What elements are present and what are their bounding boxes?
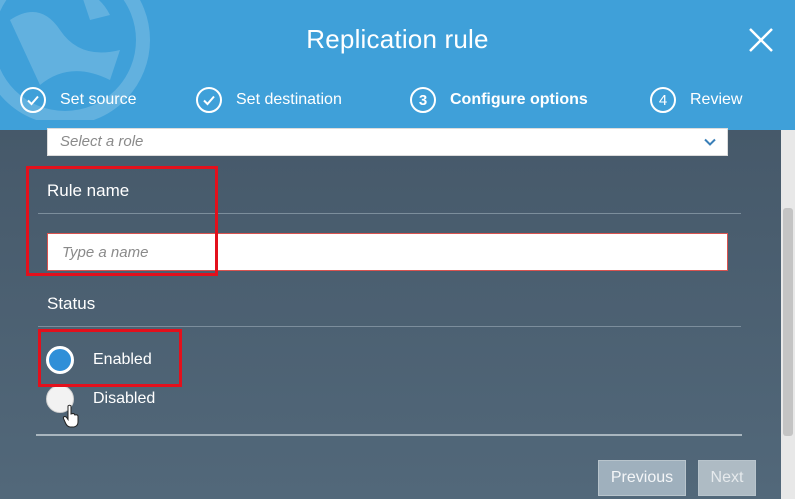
checkmark-icon bbox=[196, 87, 222, 113]
scrollbar-thumb[interactable] bbox=[783, 208, 793, 436]
dialog-header: Replication rule Set source Set destinat… bbox=[0, 0, 795, 130]
role-select[interactable]: Select a role bbox=[47, 128, 728, 156]
chevron-down-icon bbox=[704, 138, 716, 146]
highlight-box bbox=[26, 166, 218, 276]
highlight-box bbox=[38, 329, 182, 387]
hand-cursor-icon bbox=[62, 404, 79, 428]
previous-button[interactable]: Previous bbox=[598, 460, 686, 496]
dialog-title: Replication rule bbox=[306, 24, 489, 54]
step-label: Set source bbox=[60, 91, 137, 108]
step-label: Configure options bbox=[450, 91, 588, 108]
checkmark-icon bbox=[20, 87, 46, 113]
radio-label: Disabled bbox=[93, 390, 156, 407]
step-label: Review bbox=[690, 91, 743, 108]
step-label: Set destination bbox=[236, 91, 342, 108]
wizard-steps: Set source Set destination 3 Configure o… bbox=[0, 84, 795, 118]
role-select-placeholder: Select a role bbox=[60, 133, 144, 150]
status-label: Status bbox=[47, 294, 96, 313]
close-icon[interactable] bbox=[745, 24, 777, 56]
step-number: 3 bbox=[410, 87, 436, 113]
step-configure-options[interactable]: 3 Configure options bbox=[410, 84, 588, 116]
step-review[interactable]: 4 Review bbox=[650, 84, 742, 116]
next-button[interactable]: Next bbox=[698, 460, 756, 496]
step-set-destination[interactable]: Set destination bbox=[196, 84, 342, 116]
step-number: 4 bbox=[650, 87, 676, 113]
divider bbox=[38, 326, 741, 327]
divider bbox=[36, 434, 742, 436]
step-set-source[interactable]: Set source bbox=[20, 84, 136, 116]
